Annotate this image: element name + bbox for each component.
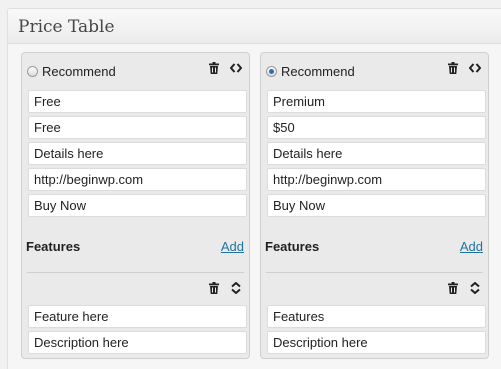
trash-icon[interactable] — [208, 281, 220, 295]
add-feature-link[interactable]: Add — [221, 239, 244, 254]
price-table-panel: Price Table Recommend Free Free Details … — [7, 8, 501, 369]
divider — [266, 272, 483, 273]
price-column-free: Recommend Free Free Details here http://… — [21, 52, 250, 359]
features-heading: Features — [26, 239, 81, 254]
title-field[interactable]: Free — [28, 90, 247, 113]
trash-icon[interactable] — [447, 281, 459, 295]
panel-title: Price Table — [18, 17, 115, 37]
recommend-radio[interactable] — [27, 65, 38, 77]
panel-header: Price Table — [8, 9, 501, 44]
price-field[interactable]: Free — [28, 116, 247, 139]
trash-icon[interactable] — [208, 61, 220, 75]
column-actions — [447, 61, 481, 75]
button-text-field[interactable]: Buy Now — [28, 194, 247, 217]
url-field[interactable]: http://beginwp.com — [267, 168, 486, 191]
recommend-option[interactable]: Recommend — [27, 63, 116, 79]
title-field[interactable]: Premium — [267, 90, 486, 113]
sort-arrows-icon[interactable] — [230, 281, 242, 295]
feature-actions — [447, 281, 481, 295]
details-field[interactable]: Details here — [267, 142, 486, 165]
recommend-radio[interactable] — [266, 65, 277, 77]
feature-description-field[interactable]: Description here — [28, 331, 247, 354]
feature-description-field[interactable]: Description here — [267, 331, 486, 354]
price-field[interactable]: $50 — [267, 116, 486, 139]
trash-icon[interactable] — [447, 61, 459, 75]
features-heading: Features — [265, 239, 320, 254]
code-arrows-icon[interactable] — [469, 61, 481, 75]
recommend-option[interactable]: Recommend — [266, 63, 355, 79]
recommend-label: Recommend — [42, 63, 116, 79]
details-field[interactable]: Details here — [28, 142, 247, 165]
add-feature-link[interactable]: Add — [460, 239, 483, 254]
button-text-field[interactable]: Buy Now — [267, 194, 486, 217]
feature-title-field[interactable]: Feature here — [28, 305, 247, 328]
column-actions — [208, 61, 242, 75]
feature-actions — [208, 281, 242, 295]
recommend-label: Recommend — [281, 63, 355, 79]
sort-arrows-icon[interactable] — [469, 281, 481, 295]
url-field[interactable]: http://beginwp.com — [28, 168, 247, 191]
divider — [27, 272, 244, 273]
code-arrows-icon[interactable] — [230, 61, 242, 75]
feature-title-field[interactable]: Features — [267, 305, 486, 328]
price-column-premium: Recommend Premium $50 Details here http:… — [260, 52, 489, 359]
